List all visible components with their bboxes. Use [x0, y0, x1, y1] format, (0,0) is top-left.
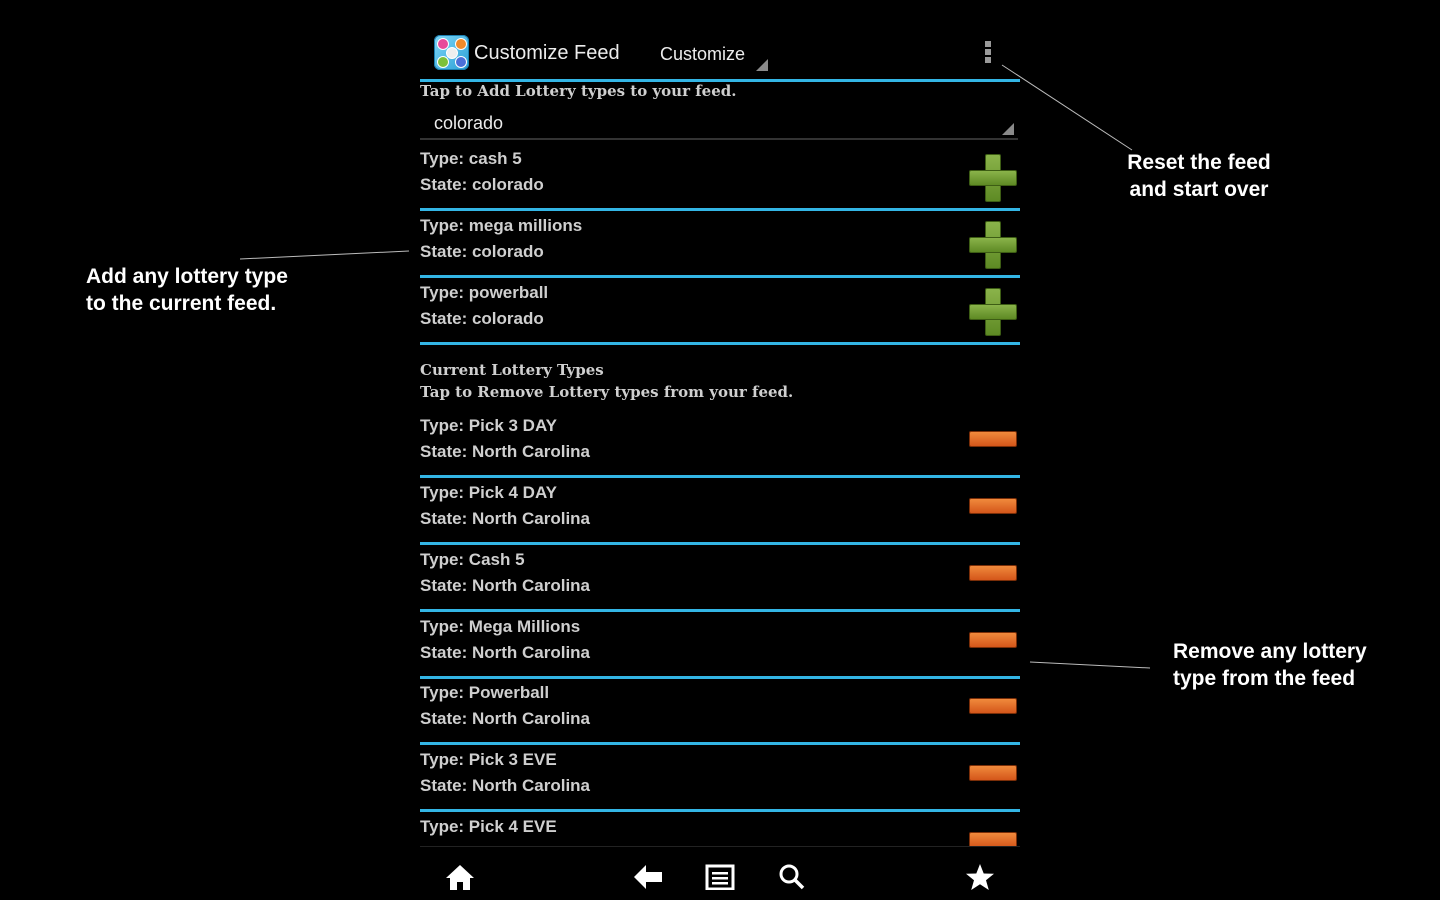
action-bar: Customize Feed Customize [420, 25, 1020, 82]
add-item-type: Type: mega millions [420, 216, 583, 235]
current-item-type: Type: Pick 3 EVE [420, 750, 557, 769]
state-spinner[interactable]: colorado [420, 107, 1018, 140]
current-item-type: Type: Pick 4 DAY [420, 483, 558, 502]
remove-callout: Remove any lottery type from the feed [1173, 638, 1367, 692]
list-icon[interactable] [703, 860, 737, 894]
add-item-state: State: colorado [420, 175, 544, 194]
minus-icon[interactable] [969, 565, 1017, 581]
add-item-type: Type: cash 5 [420, 149, 522, 168]
minus-icon[interactable] [969, 832, 1017, 847]
nav-spinner-label: Customize [660, 44, 746, 64]
search-icon[interactable] [775, 860, 809, 894]
current-item-type: Type: Pick 4 EVE [420, 817, 557, 836]
add-item-state: State: colorado [420, 242, 544, 261]
current-item-type: Type: Mega Millions [420, 617, 581, 636]
overflow-dot [985, 41, 991, 47]
current-item-type: Type: Powerball [420, 683, 550, 702]
add-item[interactable]: Type: cash 5 State: colorado [420, 144, 1020, 211]
reset-callout-line2: and start over [1129, 178, 1269, 201]
current-item[interactable]: Type: Mega Millions State: North Carolin… [420, 612, 1020, 679]
app-logo-icon[interactable] [434, 35, 469, 70]
current-section-header: Current Lottery Types Tap to Remove Lott… [420, 359, 793, 403]
overflow-menu-button[interactable] [982, 41, 994, 67]
add-callout: Add any lottery type to the current feed… [86, 263, 288, 317]
app-panel: Customize Feed Customize Tap to Add Lott… [420, 25, 1020, 900]
reset-callout-line [1001, 64, 1133, 151]
current-item-state: State: North Carolina [420, 709, 591, 728]
current-item[interactable]: Type: Pick 4 EVE State: North Carolina [420, 812, 1020, 847]
current-item-type: Type: Cash 5 [420, 550, 525, 569]
current-item-state: State: North Carolina [420, 442, 591, 461]
add-hint: Tap to Add Lottery types to your feed. [420, 82, 737, 100]
remove-callout-line [1029, 661, 1151, 669]
plus-icon[interactable] [969, 221, 1017, 269]
state-spinner-value: colorado [434, 113, 504, 133]
current-item-state: State: North Carolina [420, 643, 591, 662]
bottom-nav [420, 855, 1020, 900]
current-item-state: State: North Carolina [420, 776, 591, 795]
spinner-arrow-icon [756, 59, 768, 71]
add-callout-line2: to the current feed. [86, 292, 277, 315]
current-item[interactable]: Type: Pick 3 EVE State: North Carolina [420, 745, 1020, 812]
add-callout-line1: Add any lottery type [86, 265, 288, 288]
current-item[interactable]: Type: Cash 5 State: North Carolina [420, 545, 1020, 612]
minus-icon[interactable] [969, 431, 1017, 447]
back-icon[interactable] [631, 860, 665, 894]
spinner-arrow-icon [1002, 123, 1014, 135]
list-bottom-divider [420, 846, 1020, 847]
current-item-state: State: North Carolina [420, 509, 591, 528]
reset-callout: Reset the feed and start over [1118, 149, 1280, 203]
minus-icon[interactable] [969, 765, 1017, 781]
minus-icon[interactable] [969, 632, 1017, 648]
scroll-list[interactable]: Customize Feed Customize Tap to Add Lott… [420, 25, 1020, 847]
current-item[interactable]: Type: Pick 4 DAY State: North Carolina [420, 478, 1020, 545]
add-item-type: Type: powerball [420, 283, 549, 302]
add-item-state: State: colorado [420, 309, 544, 328]
home-icon[interactable] [443, 860, 477, 894]
current-item-state: State: North Carolina [420, 576, 591, 595]
star-icon[interactable] [963, 860, 997, 894]
current-heading: Current Lottery Types [420, 361, 604, 379]
nav-spinner[interactable]: Customize [640, 25, 780, 79]
reset-callout-line1: Reset the feed [1127, 151, 1271, 174]
current-item[interactable]: Type: Pick 3 DAY State: North Carolina [420, 411, 1020, 478]
minus-icon[interactable] [969, 698, 1017, 714]
add-item[interactable]: Type: mega millions State: colorado [420, 211, 1020, 278]
overflow-dot [985, 57, 991, 63]
remove-hint: Tap to Remove Lottery types from your fe… [420, 383, 794, 401]
minus-icon[interactable] [969, 498, 1017, 514]
overflow-dot [985, 49, 991, 55]
plus-icon[interactable] [969, 288, 1017, 336]
app-title: Customize Feed [474, 42, 620, 64]
remove-callout-line2: type from the feed [1173, 667, 1356, 690]
add-callout-line [239, 250, 410, 260]
current-item-type: Type: Pick 3 DAY [420, 416, 558, 435]
add-item[interactable]: Type: powerball State: colorado [420, 278, 1020, 345]
plus-icon[interactable] [969, 154, 1017, 202]
current-item[interactable]: Type: Powerball State: North Carolina [420, 678, 1020, 745]
remove-callout-line1: Remove any lottery [1173, 640, 1367, 663]
